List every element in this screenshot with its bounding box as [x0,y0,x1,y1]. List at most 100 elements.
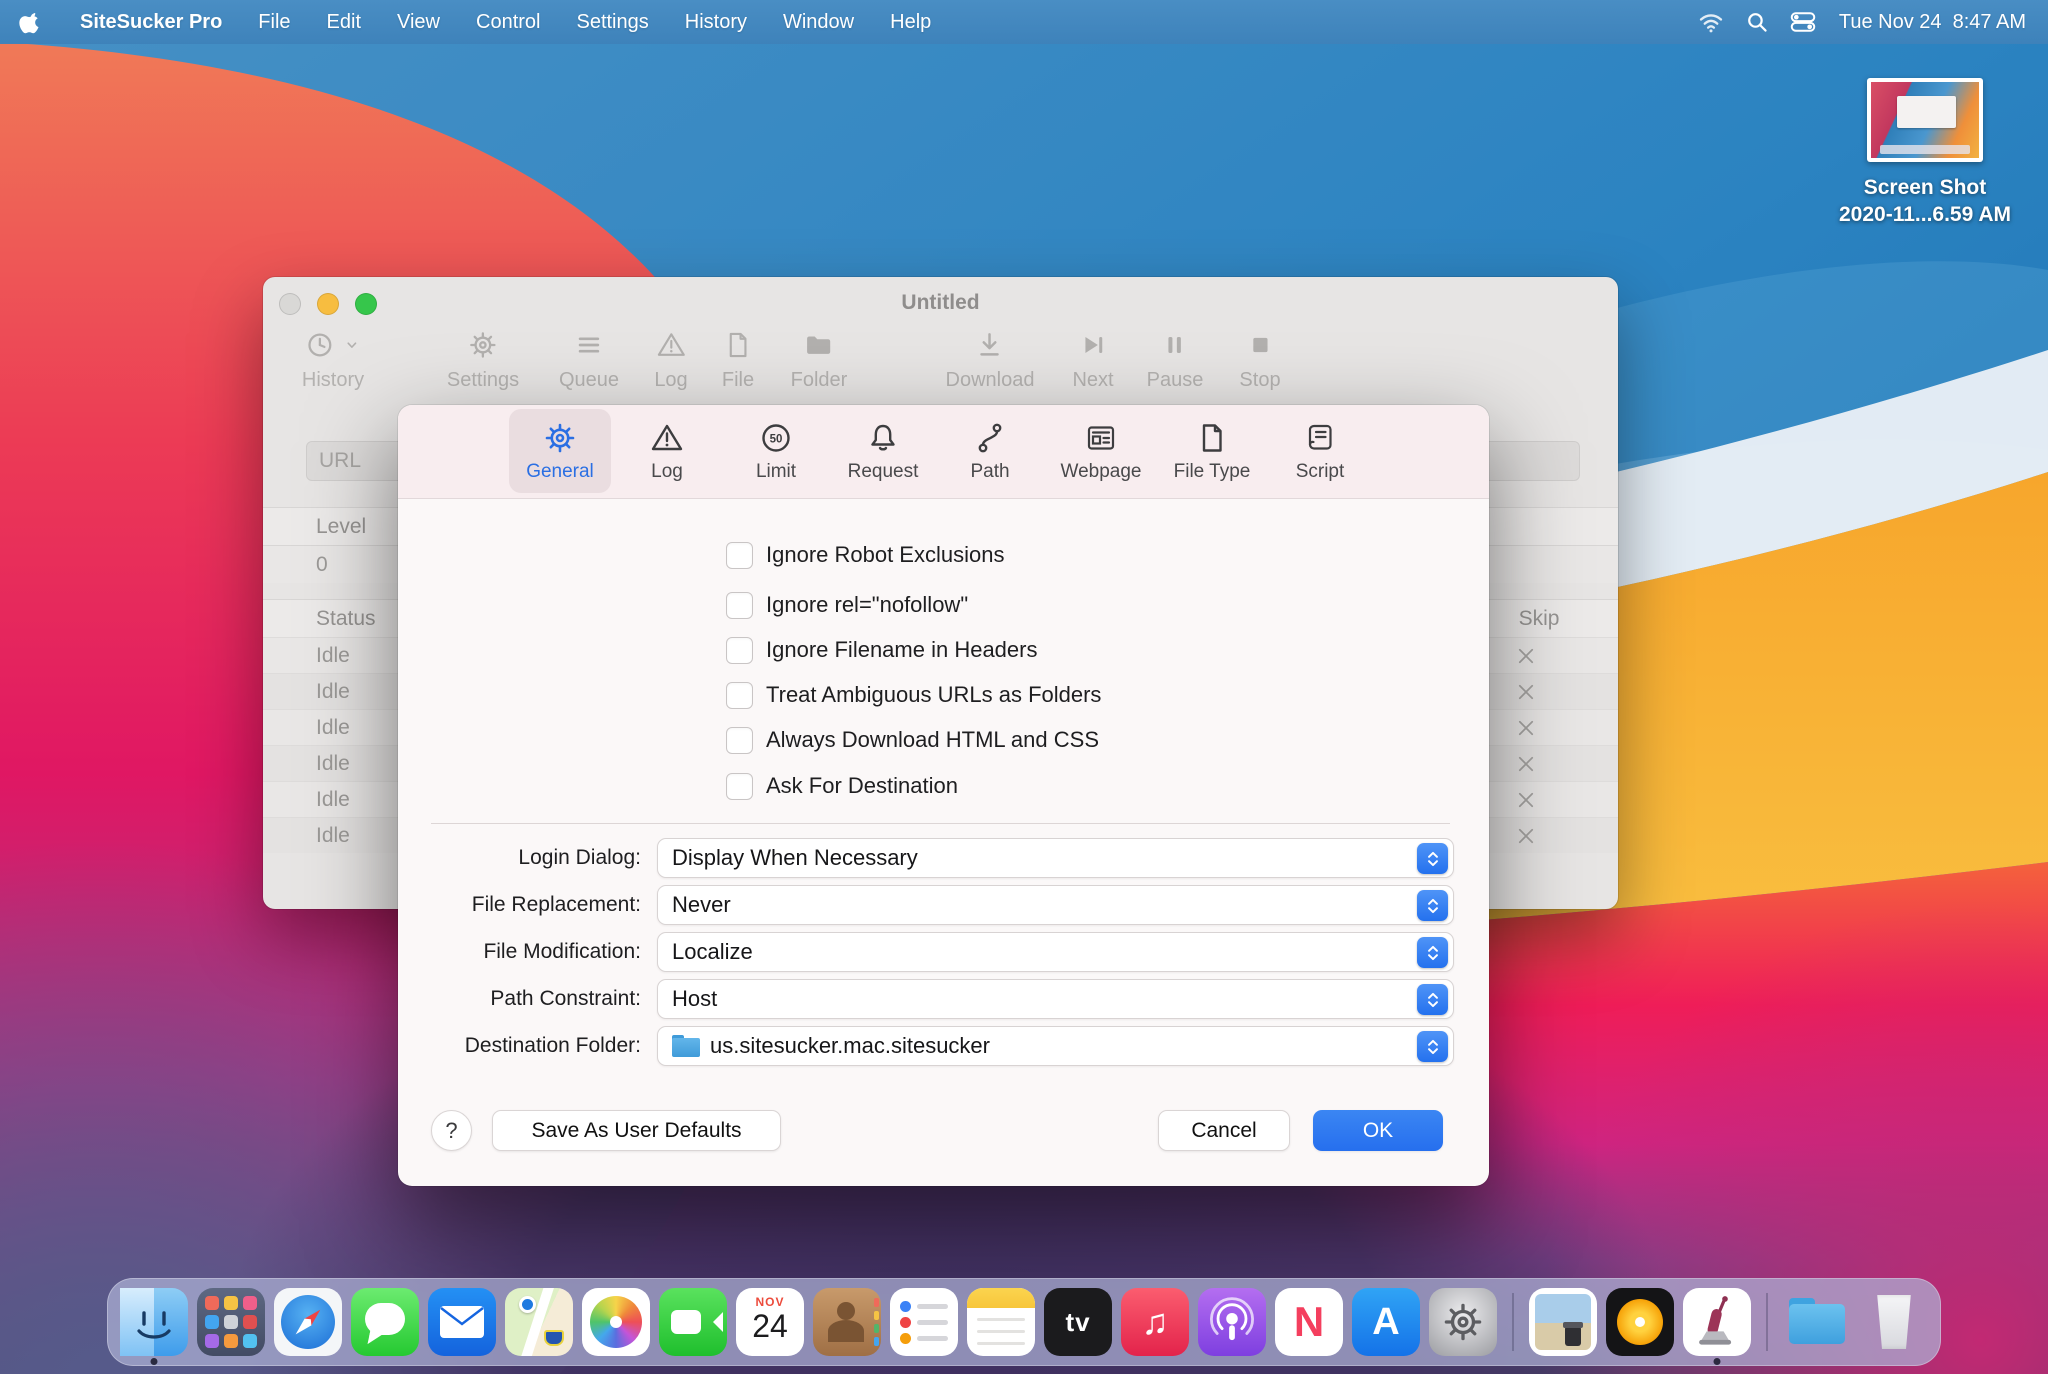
toolbar-stop-button[interactable]: Stop [1239,325,1280,392]
dock-mail-icon[interactable] [428,1288,496,1356]
skip-row-button[interactable] [1512,642,1540,670]
dock-reminders-icon[interactable] [890,1288,958,1356]
ok-button[interactable]: OK [1313,1110,1443,1151]
tab-script[interactable]: Script [1269,409,1371,493]
dock-system-preferences-icon[interactable] [1429,1288,1497,1356]
checkbox-box[interactable] [726,773,753,800]
dock-trash-icon[interactable] [1860,1288,1928,1356]
dock-music-icon[interactable]: ♫ [1121,1288,1189,1356]
stepper-icon[interactable] [1417,1031,1448,1062]
checkbox-ignore-rel-nofollow[interactable]: Ignore rel="nofollow" [726,588,968,622]
tab-limit[interactable]: 50 Limit [725,409,827,493]
checkbox-box[interactable] [726,637,753,664]
menu-settings[interactable]: Settings [558,0,666,44]
dock-messages-icon[interactable] [351,1288,419,1356]
webpage-icon [1083,420,1119,456]
moon-icon[interactable] [1647,4,1683,40]
dock-contacts-icon[interactable] [813,1288,881,1356]
checkbox-ignore-filename-headers[interactable]: Ignore Filename in Headers [726,633,1037,667]
dock-image-preview-icon[interactable] [1529,1288,1597,1356]
dock-maps-icon[interactable] [505,1288,573,1356]
running-indicator [151,1358,158,1365]
toolbar-queue-button[interactable]: Queue [559,325,619,392]
dock-calendar-icon[interactable]: NOV 24 [736,1288,804,1356]
screenshot-thumbnail [1867,78,1983,162]
checkbox-always-download-html-css[interactable]: Always Download HTML and CSS [726,723,1099,757]
toolbar-pause-button[interactable]: Pause [1147,325,1204,392]
path-constraint-row: Path Constraint: Host [398,979,1489,1019]
dock-djay-icon[interactable] [1606,1288,1674,1356]
destination-folder-select[interactable]: us.sitesucker.mac.sitesucker [657,1026,1454,1066]
toolbar-download-button[interactable]: Download [946,325,1035,392]
toolbar-settings-button[interactable]: Settings [447,325,519,392]
document-icon [1194,420,1230,456]
apple-menu[interactable] [0,0,62,44]
tab-general[interactable]: General [509,409,611,493]
menu-file[interactable]: File [240,0,308,44]
dock-tv-icon[interactable]: tv [1044,1288,1112,1356]
checkbox-treat-ambiguous-urls[interactable]: Treat Ambiguous URLs as Folders [726,678,1101,712]
checkbox-ask-for-destination[interactable]: Ask For Destination [726,769,958,803]
control-center-icon[interactable] [1785,4,1821,40]
skip-row-button[interactable] [1512,822,1540,850]
stepper-icon[interactable] [1417,937,1448,968]
dock-news-icon[interactable]: N [1275,1288,1343,1356]
search-icon[interactable] [1739,4,1775,40]
dock-finder-icon[interactable] [120,1288,188,1356]
stepper-icon[interactable] [1417,890,1448,921]
checkbox-ignore-robot-exclusions[interactable]: Ignore Robot Exclusions [726,538,1004,572]
save-as-user-defaults-button[interactable]: Save As User Defaults [492,1110,781,1151]
dock-photos-icon[interactable] [582,1288,650,1356]
tab-path[interactable]: Path [939,409,1041,493]
menu-control[interactable]: Control [458,0,558,44]
desktop-file-screenshot[interactable]: Screen Shot 2020-11...6.59 AM [1830,78,2020,228]
file-replacement-select[interactable]: Never [657,885,1454,925]
checkbox-box[interactable] [726,592,753,619]
file-replacement-label: File Replacement: [472,893,641,917]
dock-appstore-icon[interactable]: A [1352,1288,1420,1356]
stepper-icon[interactable] [1417,843,1448,874]
tab-webpage[interactable]: Webpage [1050,409,1152,493]
menu-edit[interactable]: Edit [309,0,379,44]
toolbar-next-button[interactable]: Next [1072,325,1113,392]
toolbar-log-button[interactable]: Log [654,325,687,392]
stepper-icon[interactable] [1417,984,1448,1015]
tab-file-type[interactable]: File Type [1161,409,1263,493]
checkbox-box[interactable] [726,682,753,709]
checkbox-box[interactable] [726,542,753,569]
help-button[interactable]: ? [431,1110,472,1151]
skip-row-button[interactable] [1512,714,1540,742]
toolbar-history-button[interactable]: History [302,325,364,392]
menu-help[interactable]: Help [872,0,949,44]
folder-icon [803,329,835,361]
dock-sitesucker-icon[interactable] [1683,1288,1751,1356]
cancel-button[interactable]: Cancel [1158,1110,1290,1151]
menu-view[interactable]: View [379,0,458,44]
dock-notes-icon[interactable] [967,1288,1035,1356]
dock-downloads-folder-icon[interactable] [1783,1288,1851,1356]
menu-bar-clock[interactable]: Tue Nov 24 8:47 AM [1831,11,2026,34]
file-modification-select[interactable]: Localize [657,932,1454,972]
menu-window[interactable]: Window [765,0,872,44]
dock-facetime-icon[interactable] [659,1288,727,1356]
menu-history[interactable]: History [667,0,765,44]
tab-request[interactable]: Request [832,409,934,493]
skip-row-button[interactable] [1512,786,1540,814]
gear-icon [542,420,578,456]
login-dialog-select[interactable]: Display When Necessary [657,838,1454,878]
wifi-icon[interactable] [1693,4,1729,40]
app-menu-title[interactable]: SiteSucker Pro [62,0,240,44]
history-clock-icon [303,328,337,362]
path-constraint-select[interactable]: Host [657,979,1454,1019]
toolbar-folder-button[interactable]: Folder [791,325,848,392]
dock-podcasts-icon[interactable] [1198,1288,1266,1356]
folder-icon [672,1035,700,1057]
dock-launchpad-icon[interactable] [197,1288,265,1356]
skip-row-button[interactable] [1512,750,1540,778]
dock-safari-icon[interactable] [274,1288,342,1356]
running-indicator [1714,1358,1721,1365]
toolbar-file-button[interactable]: File [722,325,754,392]
skip-row-button[interactable] [1512,678,1540,706]
checkbox-box[interactable] [726,727,753,754]
tab-log[interactable]: Log [616,409,718,493]
